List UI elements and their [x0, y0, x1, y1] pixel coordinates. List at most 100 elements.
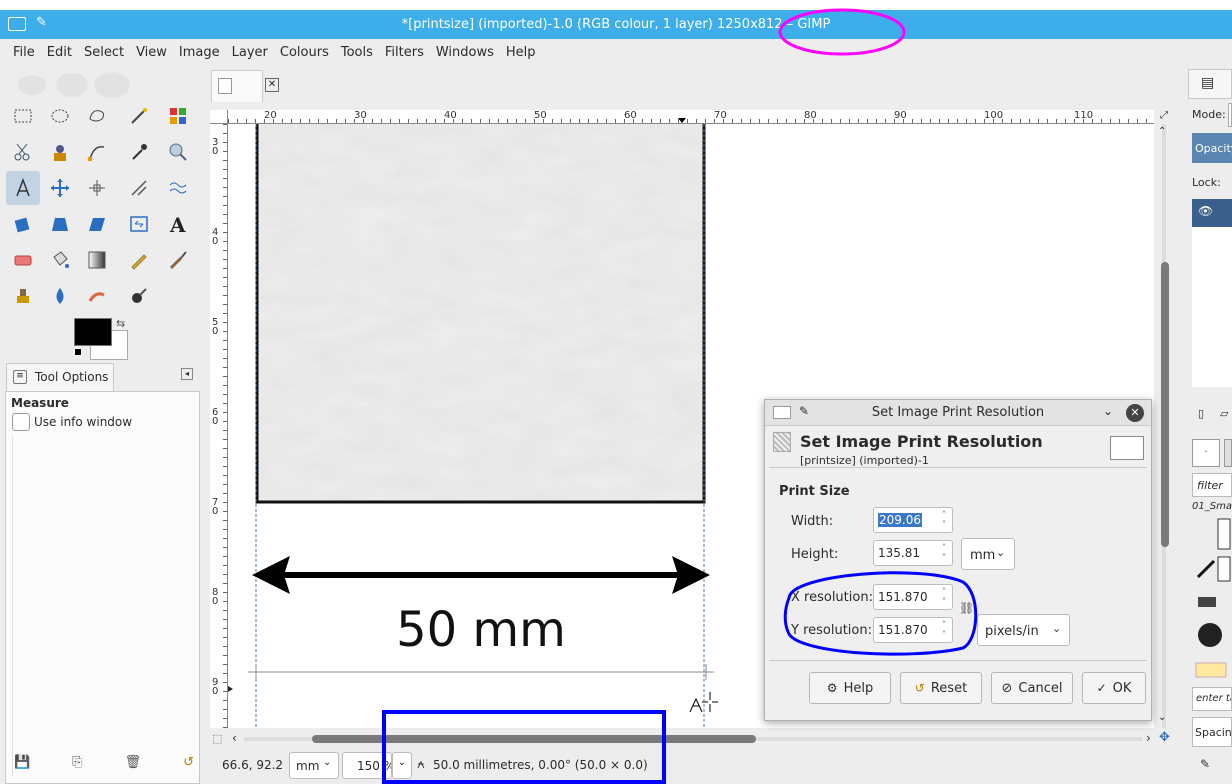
tab-tool-options[interactable]: ≡ Tool Options: [6, 363, 114, 391]
layer-row-selected[interactable]: 👁: [1192, 199, 1232, 227]
menu-windows[interactable]: Windows: [430, 39, 500, 60]
tool-warp-icon[interactable]: [161, 171, 195, 205]
tool-name: Measure: [11, 396, 69, 410]
mode-select[interactable]: [1228, 103, 1232, 127]
dialog-titlebar[interactable]: ✎ Set Image Print Resolution ⌄ ✕: [765, 400, 1151, 426]
cancel-button[interactable]: ⊘ Cancel: [991, 672, 1073, 704]
height-spin-icon[interactable]: ˄ ˅: [938, 543, 950, 563]
width-field[interactable]: 209.06 ˄ ˅: [873, 507, 953, 533]
image-tab[interactable]: [211, 70, 263, 102]
use-info-window-checkbox[interactable]: [12, 413, 30, 431]
layers-list: [1192, 227, 1232, 387]
height-field[interactable]: 135.81 ˄ ˅: [873, 540, 953, 566]
eye-icon[interactable]: 👁: [1198, 204, 1213, 218]
menu-colours[interactable]: Colours: [274, 39, 335, 60]
ok-button[interactable]: ✓ OK: [1082, 672, 1146, 704]
delete-options-icon[interactable]: 🗑: [125, 755, 142, 777]
statusbar: 66.6, 92.2 mm ⌄ 150 % ⌄ ⍲ 50.0 millimetr…: [207, 748, 1185, 784]
brushes-tab[interactable]: ·: [1192, 439, 1220, 467]
foreground-colour[interactable]: [74, 318, 112, 346]
scroll-up-icon[interactable]: ⌃: [1158, 126, 1166, 137]
tool-paths-icon[interactable]: [80, 135, 114, 169]
dialog-close-icon[interactable]: ✕: [1126, 404, 1144, 422]
navigate-icon[interactable]: ⤢: [1157, 110, 1171, 124]
width-spin-icon[interactable]: ˄ ˅: [938, 510, 950, 530]
save-options-icon[interactable]: 💾: [14, 755, 30, 777]
opacity-slider[interactable]: Opacity: [1192, 133, 1232, 163]
spacing-slider[interactable]: Spacing: [1192, 717, 1232, 747]
dimension-label: 50 mm: [396, 602, 566, 658]
scroll-right-icon[interactable]: ›: [1146, 731, 1151, 745]
patterns-tab[interactable]: [1224, 439, 1232, 467]
resolution-unit-select[interactable]: pixels/in ⌄: [977, 614, 1070, 646]
tool-free-select-icon[interactable]: [80, 99, 114, 133]
menu-help[interactable]: Help: [500, 39, 542, 60]
help-icon: ⚙: [826, 681, 838, 695]
tool-clone-icon[interactable]: [6, 279, 40, 313]
dialog-minimize-icon[interactable]: ⌄: [1103, 404, 1113, 418]
default-colours-icon[interactable]: [74, 348, 82, 356]
brush-filter-input[interactable]: filter: [1192, 473, 1232, 497]
tool-ellipse-select-icon[interactable]: [43, 99, 77, 133]
tool-fuzzy-select-icon[interactable]: [122, 99, 156, 133]
brush-previews: [1195, 518, 1231, 678]
restore-options-icon[interactable]: ⎘: [72, 755, 82, 777]
menu-select[interactable]: Select: [78, 39, 130, 60]
tool-pencil-icon[interactable]: [122, 243, 156, 277]
reset-options-icon[interactable]: ↺: [183, 755, 194, 777]
reset-button[interactable]: ↺ Reset: [900, 672, 982, 704]
new-layer-icon[interactable]: ▯: [1198, 407, 1204, 420]
quick-mask-icon[interactable]: ⬚: [212, 732, 222, 745]
tool-shear-icon[interactable]: [80, 207, 114, 241]
tool-foreground-select-icon[interactable]: [43, 135, 77, 169]
tab-menu-icon[interactable]: ◂: [181, 368, 193, 380]
enter-tag-input[interactable]: enter ta: [1192, 687, 1232, 711]
tool-measure-icon[interactable]: [6, 171, 40, 205]
vertical-scrollbar-thumb[interactable]: [1161, 262, 1169, 547]
tool-by-colour-select-icon[interactable]: [161, 99, 195, 133]
scroll-left-icon[interactable]: ‹: [232, 731, 237, 745]
close-tab-icon[interactable]: ✕: [265, 78, 279, 92]
menu-layer[interactable]: Layer: [226, 39, 274, 60]
tool-move-icon[interactable]: [43, 171, 77, 205]
new-layer-group-icon[interactable]: ▱: [1220, 407, 1228, 420]
edit-brush-icon[interactable]: ✎: [1200, 757, 1210, 771]
tool-eraser-icon[interactable]: [6, 243, 40, 277]
ruler-tick-label: 40: [212, 227, 219, 247]
unit-select[interactable]: mm ⌄: [289, 752, 339, 779]
swap-colours-icon[interactable]: ⇆: [116, 317, 125, 330]
tool-rotate-icon[interactable]: [6, 207, 40, 241]
tool-transform-icon[interactable]: [122, 171, 156, 205]
tool-text-icon[interactable]: A: [161, 207, 195, 241]
menu-tools[interactable]: Tools: [335, 39, 379, 60]
tool-paintbrush-icon[interactable]: [161, 243, 195, 277]
tool-bucket-fill-icon[interactable]: [43, 243, 77, 277]
window-title: *[printsize] (imported)-1.0 (RGB colour,…: [401, 17, 831, 32]
size-unit-select[interactable]: mm ⌄: [961, 538, 1015, 570]
menu-filters[interactable]: Filters: [379, 39, 430, 60]
menu-view[interactable]: View: [130, 39, 173, 60]
tool-ink-icon[interactable]: [43, 279, 77, 313]
layers-tab[interactable]: ▤: [1188, 69, 1232, 99]
vertical-ruler: 30 40 50 60 70 80 90: [210, 124, 228, 728]
tool-align-icon[interactable]: [80, 171, 114, 205]
tool-gradient-icon[interactable]: [80, 243, 114, 277]
tool-smudge-icon[interactable]: [80, 279, 114, 313]
tool-airbrush-icon[interactable]: [122, 279, 156, 313]
tool-scissors-select-icon[interactable]: [6, 135, 40, 169]
menu-edit[interactable]: Edit: [41, 39, 78, 60]
menu-file[interactable]: File: [7, 39, 41, 60]
move-navigate-icon[interactable]: ✥: [1159, 730, 1170, 745]
tool-perspective-icon[interactable]: [43, 207, 77, 241]
horizontal-ruler: 20 30 40 50 60 70 80 90 100 110: [228, 110, 1154, 124]
height-value: 135.81: [878, 546, 920, 560]
menu-image[interactable]: Image: [173, 39, 226, 60]
tool-flip-icon[interactable]: [122, 207, 156, 241]
window-titlebar[interactable]: ✎ *[printsize] (imported)-1.0 (RGB colou…: [0, 10, 1232, 39]
tool-zoom-icon[interactable]: [161, 135, 195, 169]
help-button[interactable]: ⚙ Help: [809, 672, 891, 704]
tool-rect-select-icon[interactable]: [6, 99, 40, 133]
scroll-down-icon[interactable]: ⌄: [1158, 712, 1166, 723]
chevron-down-icon: ⌄: [323, 757, 332, 768]
tool-colour-picker-icon[interactable]: [122, 135, 156, 169]
